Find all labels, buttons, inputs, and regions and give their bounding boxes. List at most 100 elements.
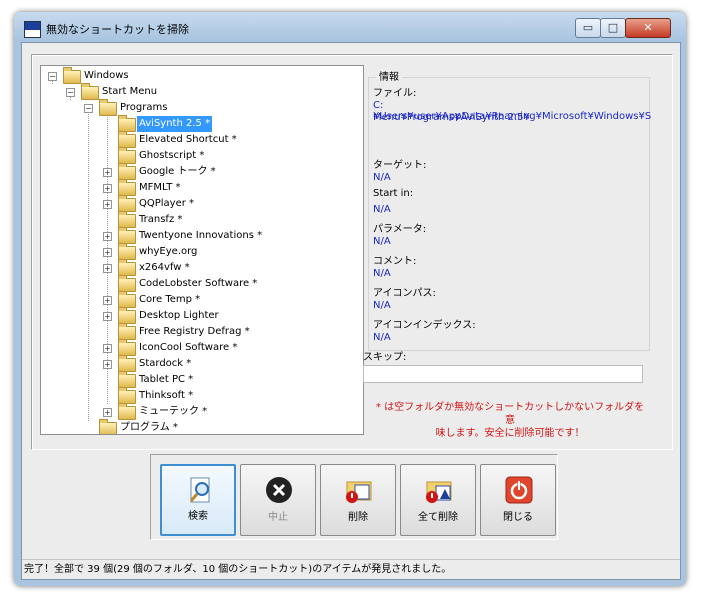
folder-icon: [99, 419, 117, 434]
tree-node-label: Start Menu: [102, 86, 158, 97]
tree-node-label: whyEye.org: [139, 246, 198, 257]
params-label: パラメータ:: [373, 224, 427, 235]
folder-icon: [118, 307, 136, 324]
folder-icon: [118, 275, 136, 292]
tree-guide: [88, 110, 89, 421]
skip-label: スキップ:: [363, 352, 407, 363]
tree-node-label: Windows: [84, 70, 129, 81]
folder-icon: [118, 387, 136, 404]
app-window: 無効なショートカットを掃除 ▭ □ ✕ − Windows − Start Me…: [14, 12, 686, 586]
folder-icon: [118, 227, 136, 244]
delete-button-label: 削除: [348, 512, 368, 523]
tree-node-label: プログラム *: [120, 422, 178, 433]
params-value: N/A: [373, 236, 391, 247]
expand-toggle[interactable]: +: [103, 344, 112, 353]
expand-toggle[interactable]: +: [103, 296, 112, 305]
folder-tree[interactable]: − Windows − Start Menu − Programs AviSyn…: [40, 65, 364, 435]
target-value: N/A: [373, 172, 391, 183]
skip-input[interactable]: [363, 365, 643, 383]
icon-path-label: アイコンパス:: [373, 288, 436, 299]
tree-node-label: x264vfw *: [139, 262, 190, 273]
magnifier-document-icon: [189, 477, 210, 503]
tree-node-label: Ghostscript *: [139, 150, 205, 161]
delete-button[interactable]: 削除: [320, 464, 396, 536]
tree-node-label: Google トーク *: [139, 166, 216, 177]
expand-toggle[interactable]: +: [103, 184, 112, 193]
tree-node-label: CodeLobster Software *: [139, 278, 258, 289]
legend-note-line2: 味します。安全に削除可能です！: [435, 428, 585, 439]
delete-all-icon: [426, 481, 452, 503]
stop-button[interactable]: 中止: [240, 464, 316, 536]
tree-node-label: ミューテック *: [139, 406, 208, 417]
client-area: − Windows − Start Menu − Programs AviSyn…: [21, 42, 681, 580]
tree-node-label: IconCool Software *: [139, 342, 238, 353]
power-icon: [505, 476, 533, 504]
folder-icon: [118, 371, 136, 388]
tree-node-label: Desktop Lighter: [139, 310, 219, 321]
stop-button-label: 中止: [268, 512, 288, 523]
action-toolbar: 検索 中止 削除 全て削除 閉じる: [150, 454, 558, 540]
collapse-toggle[interactable]: −: [48, 72, 57, 81]
folder-icon: [81, 83, 99, 100]
search-button-label: 検索: [188, 511, 208, 522]
expand-toggle[interactable]: +: [103, 408, 112, 417]
legend-note: * は空フォルダか無効なショートカットしかないフォルダを意 味します。安全に削除…: [372, 401, 648, 440]
status-bar: 完了！全部で 39 個(29 個のフォルダ、10 個のショートカット)のアイテム…: [22, 559, 680, 579]
comment-label: コメント:: [373, 256, 417, 267]
expand-toggle[interactable]: +: [103, 232, 112, 241]
comment-value: N/A: [373, 268, 391, 279]
delete-all-button[interactable]: 全て削除: [400, 464, 476, 536]
icon-path-value: N/A: [373, 300, 391, 311]
expand-toggle[interactable]: +: [103, 360, 112, 369]
expand-toggle[interactable]: +: [103, 264, 112, 273]
maximize-button[interactable]: □: [600, 18, 626, 38]
icon-index-value: N/A: [373, 332, 391, 343]
title-bar[interactable]: 無効なショートカットを掃除 ▭ □ ✕: [14, 12, 686, 42]
tree-node-label: Programs: [120, 102, 168, 113]
window-title: 無効なショートカットを掃除: [46, 23, 189, 36]
info-group: ファイル: C:¥Users¥user¥AppData¥Roaming¥Micr…: [368, 68, 651, 351]
startin-value: N/A: [373, 204, 391, 215]
stop-icon: [266, 477, 292, 503]
close-button-label: 閉じる: [503, 512, 533, 523]
tree-node-label: QQPlayer *: [139, 198, 195, 209]
legend-note-line1: * は空フォルダか無効なショートカットしかないフォルダを意: [375, 402, 645, 426]
folder-icon: [118, 131, 136, 148]
icon-index-label: アイコンインデックス:: [373, 320, 476, 331]
info-group-title: 情報: [376, 68, 402, 83]
tree-node-label: MFMLT *: [139, 182, 181, 193]
tree-node-label: Stardock *: [139, 358, 192, 369]
expand-toggle[interactable]: +: [103, 248, 112, 257]
expand-toggle[interactable]: +: [103, 312, 112, 321]
folder-icon: [118, 115, 136, 132]
expand-toggle[interactable]: +: [103, 200, 112, 209]
folder-icon: [118, 243, 136, 260]
folder-icon: [118, 323, 136, 340]
folder-icon: [118, 179, 136, 196]
minimize-button[interactable]: ▭: [575, 18, 601, 38]
folder-icon: [118, 403, 136, 420]
expand-toggle[interactable]: +: [103, 168, 112, 177]
folder-icon: [118, 339, 136, 356]
folder-icon: [118, 195, 136, 212]
tree-node-label: Twentyone Innovations *: [139, 230, 263, 241]
startin-label: Start in:: [373, 188, 414, 199]
close-window-button[interactable]: ✕: [625, 18, 671, 38]
main-panel: − Windows − Start Menu − Programs AviSyn…: [31, 54, 673, 450]
close-button[interactable]: 閉じる: [480, 464, 556, 536]
tree-node-label: Free Registry Defrag *: [139, 326, 250, 337]
folder-icon: [118, 211, 136, 228]
delete-folder-icon: [346, 481, 372, 503]
tree-node-label: Thinksoft *: [139, 390, 194, 401]
folder-icon: [118, 163, 136, 180]
collapse-toggle[interactable]: −: [66, 88, 75, 97]
search-button[interactable]: 検索: [160, 464, 236, 536]
tree-node-label: Tablet PC *: [139, 374, 194, 385]
tree-node-label: AviSynth 2.5 *: [137, 116, 213, 132]
collapse-toggle[interactable]: −: [84, 104, 93, 113]
file-value-line2: Menu¥Programs¥AviSynth 2.5¥: [373, 112, 530, 123]
info-box: ファイル: C:¥Users¥user¥AppData¥Roaming¥Micr…: [368, 77, 651, 351]
folder-icon: [118, 147, 136, 164]
folder-icon: [118, 291, 136, 308]
folder-icon: [63, 67, 81, 84]
